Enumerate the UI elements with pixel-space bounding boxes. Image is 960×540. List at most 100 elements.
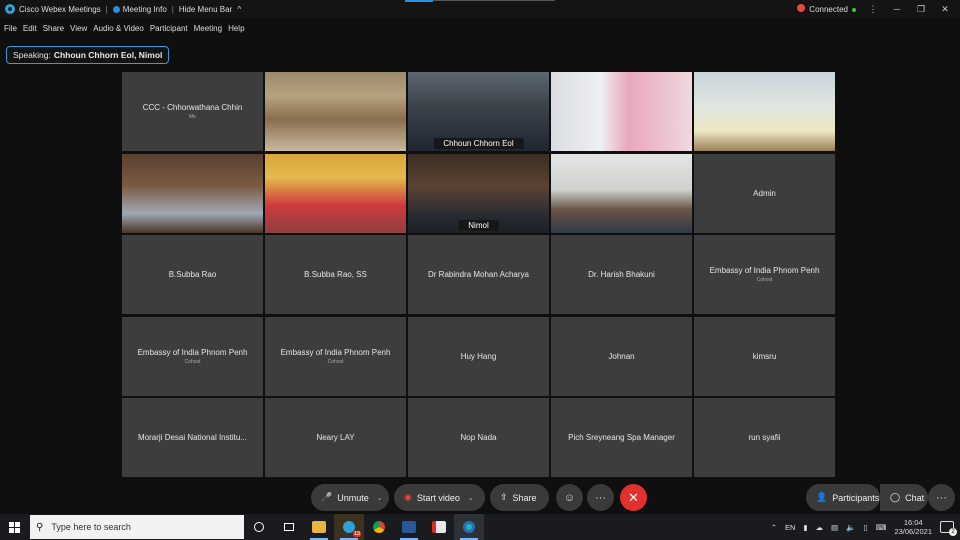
battery-icon[interactable]: ▯ [863, 523, 867, 532]
onedrive-icon[interactable]: ☁ [816, 523, 824, 532]
participant-tile[interactable]: Huy Hang [408, 316, 549, 396]
participant-role: Cohost [184, 358, 201, 365]
start-button[interactable] [0, 514, 28, 540]
chrome-icon[interactable] [364, 514, 394, 540]
taskbar-search-input[interactable]: ⚲ Type here to search [30, 515, 244, 539]
participant-name: Johnan [608, 351, 635, 361]
participant-tile[interactable] [694, 72, 835, 151]
participant-video [551, 153, 692, 233]
participant-tile[interactable]: Chhoun Chhorn Eol [408, 72, 549, 151]
participant-name: Morarji Desai National Institu... [138, 433, 247, 442]
cortana-icon[interactable] [244, 514, 274, 540]
keyboard-icon[interactable]: ⌨ [876, 523, 887, 532]
share-button[interactable]: ⇧ Share [490, 484, 549, 511]
participant-tile[interactable]: Johnan [551, 316, 692, 396]
chevron-down-icon-video[interactable]: ⌄ [468, 494, 474, 502]
participant-tile[interactable]: Neary LAY [265, 398, 406, 477]
tray-chevron-icon[interactable]: ⌃ [771, 523, 777, 532]
word-icon[interactable] [394, 514, 424, 540]
participant-role: Me [189, 114, 196, 120]
close-button[interactable]: ✕ [938, 4, 952, 15]
participant-tile[interactable]: B.Subba Rao [122, 235, 263, 314]
maximize-button[interactable]: ❐ [914, 4, 928, 15]
menu-view[interactable]: View [70, 24, 87, 33]
participant-tile[interactable] [122, 153, 263, 233]
task-view-icon[interactable] [274, 514, 304, 540]
telegram-icon[interactable]: 13 [334, 514, 364, 540]
participant-video-label: Chhoun Chhorn Eol [433, 138, 524, 149]
participant-name: Dr. Harish Bhakuni [588, 270, 655, 279]
participant-tile[interactable]: Nop Nada [408, 398, 549, 477]
menu-share[interactable]: Share [43, 24, 64, 33]
windows-logo-icon [8, 521, 20, 533]
meeting-controls: 🎤 Unmute ⌄ ◉ Start video ⌄ ⇧ Share ☺ ···… [0, 484, 960, 512]
menu-audio-video[interactable]: Audio & Video [93, 24, 144, 33]
participant-video [265, 72, 406, 151]
chevron-down-icon[interactable]: ⌄ [377, 494, 383, 502]
connected-indicator-icon [852, 8, 856, 12]
minimize-button[interactable]: ─ [890, 4, 904, 14]
participant-tile[interactable]: Admin [694, 153, 835, 233]
more-options-icon[interactable]: ⋮ [866, 4, 880, 15]
participant-video [694, 72, 835, 151]
chat-button[interactable]: ◯ Chat [880, 484, 928, 511]
hide-menu-bar-button[interactable]: Hide Menu Bar ^ [179, 5, 241, 14]
participant-tile[interactable]: Nimol [408, 153, 549, 233]
participant-tile[interactable]: CCC - Chhorwathana Chhin Me [122, 72, 263, 151]
menu-file[interactable]: File [4, 24, 17, 33]
participants-button[interactable]: 👤 Participants [806, 484, 880, 511]
participant-role: Cohost [327, 358, 344, 365]
participant-name: Neary LAY [316, 433, 355, 442]
participant-name: Admin [753, 188, 776, 198]
participant-name: Embassy of India Phnom Penh [137, 347, 248, 357]
menu-participant[interactable]: Participant [150, 24, 188, 33]
participant-tile[interactable]: Embassy of India Phnom Penh Cohost [694, 235, 835, 314]
network-icon[interactable]: ▤ [831, 523, 838, 532]
participant-tile[interactable]: Embassy of India Phnom Penh Cohost [265, 316, 406, 396]
participant-tile[interactable] [551, 72, 692, 151]
participant-tile[interactable] [265, 153, 406, 233]
connection-status[interactable]: Connected [797, 4, 856, 14]
notifications-icon[interactable]: 2 [940, 521, 957, 536]
menu-help[interactable]: Help [228, 24, 244, 33]
participant-tile[interactable]: Dr Rabindra Mohan Acharya [408, 235, 549, 314]
file-explorer-icon[interactable] [304, 514, 334, 540]
reactions-button[interactable]: ☺ [556, 484, 583, 511]
participant-tile[interactable]: B.Subba Rao, SS [265, 235, 406, 314]
participant-tile[interactable]: kimsru [694, 316, 835, 396]
participant-name: B.Subba Rao [168, 270, 217, 279]
language-indicator[interactable]: EN [785, 523, 795, 532]
participants-label: Participants [832, 492, 880, 503]
menu-meeting[interactable]: Meeting [194, 24, 222, 33]
panel-more-button[interactable]: ··· [928, 484, 955, 511]
more-button[interactable]: ··· [587, 484, 614, 511]
participant-tile[interactable]: Morarji Desai National Institu... [122, 398, 263, 477]
menu-bar: File Edit Share View Audio & Video Parti… [0, 20, 251, 36]
participant-tile[interactable] [265, 72, 406, 151]
start-video-button[interactable]: ◉ Start video ⌄ [394, 484, 485, 511]
chat-bubble-icon: ◯ [890, 492, 901, 502]
video-off-icon: ◉ [404, 492, 412, 502]
unmute-button[interactable]: 🎤 Unmute ⌄ [311, 484, 389, 511]
menu-edit[interactable]: Edit [23, 24, 37, 33]
acrobat-icon[interactable] [424, 514, 454, 540]
participant-tile[interactable]: Embassy of India Phnom Penh Cohost [122, 316, 263, 396]
participant-tile[interactable]: Pich Sreyneang Spa Manager [551, 398, 692, 477]
system-tray: ⌃ EN ▮ ☁ ▤ 🔈 ▯ ⌨ 16:04 23/06/2021 2 [771, 518, 960, 536]
clock[interactable]: 16:04 23/06/2021 [894, 518, 932, 536]
chevron-up-icon: ^ [237, 4, 242, 14]
end-call-button[interactable]: ✕ [620, 484, 647, 511]
participant-tile[interactable]: Dr. Harish Bhakuni [551, 235, 692, 314]
participant-video [265, 153, 406, 233]
participant-tile[interactable]: run syafii [694, 398, 835, 477]
mic-tray-icon[interactable]: ▮ [803, 523, 807, 532]
connection-icon [797, 4, 806, 12]
speaking-names: Chhoun Chhorn Eol, Nimol [53, 50, 163, 60]
webex-taskbar-icon[interactable] [454, 514, 484, 540]
meeting-info-button[interactable]: Meeting Info [123, 5, 167, 14]
search-icon: ⚲ [36, 521, 44, 533]
speaking-prefix: Speaking: [13, 50, 51, 60]
participant-tile[interactable] [551, 153, 692, 233]
volume-icon[interactable]: 🔈 [846, 523, 855, 532]
telegram-badge: 13 [352, 531, 361, 537]
